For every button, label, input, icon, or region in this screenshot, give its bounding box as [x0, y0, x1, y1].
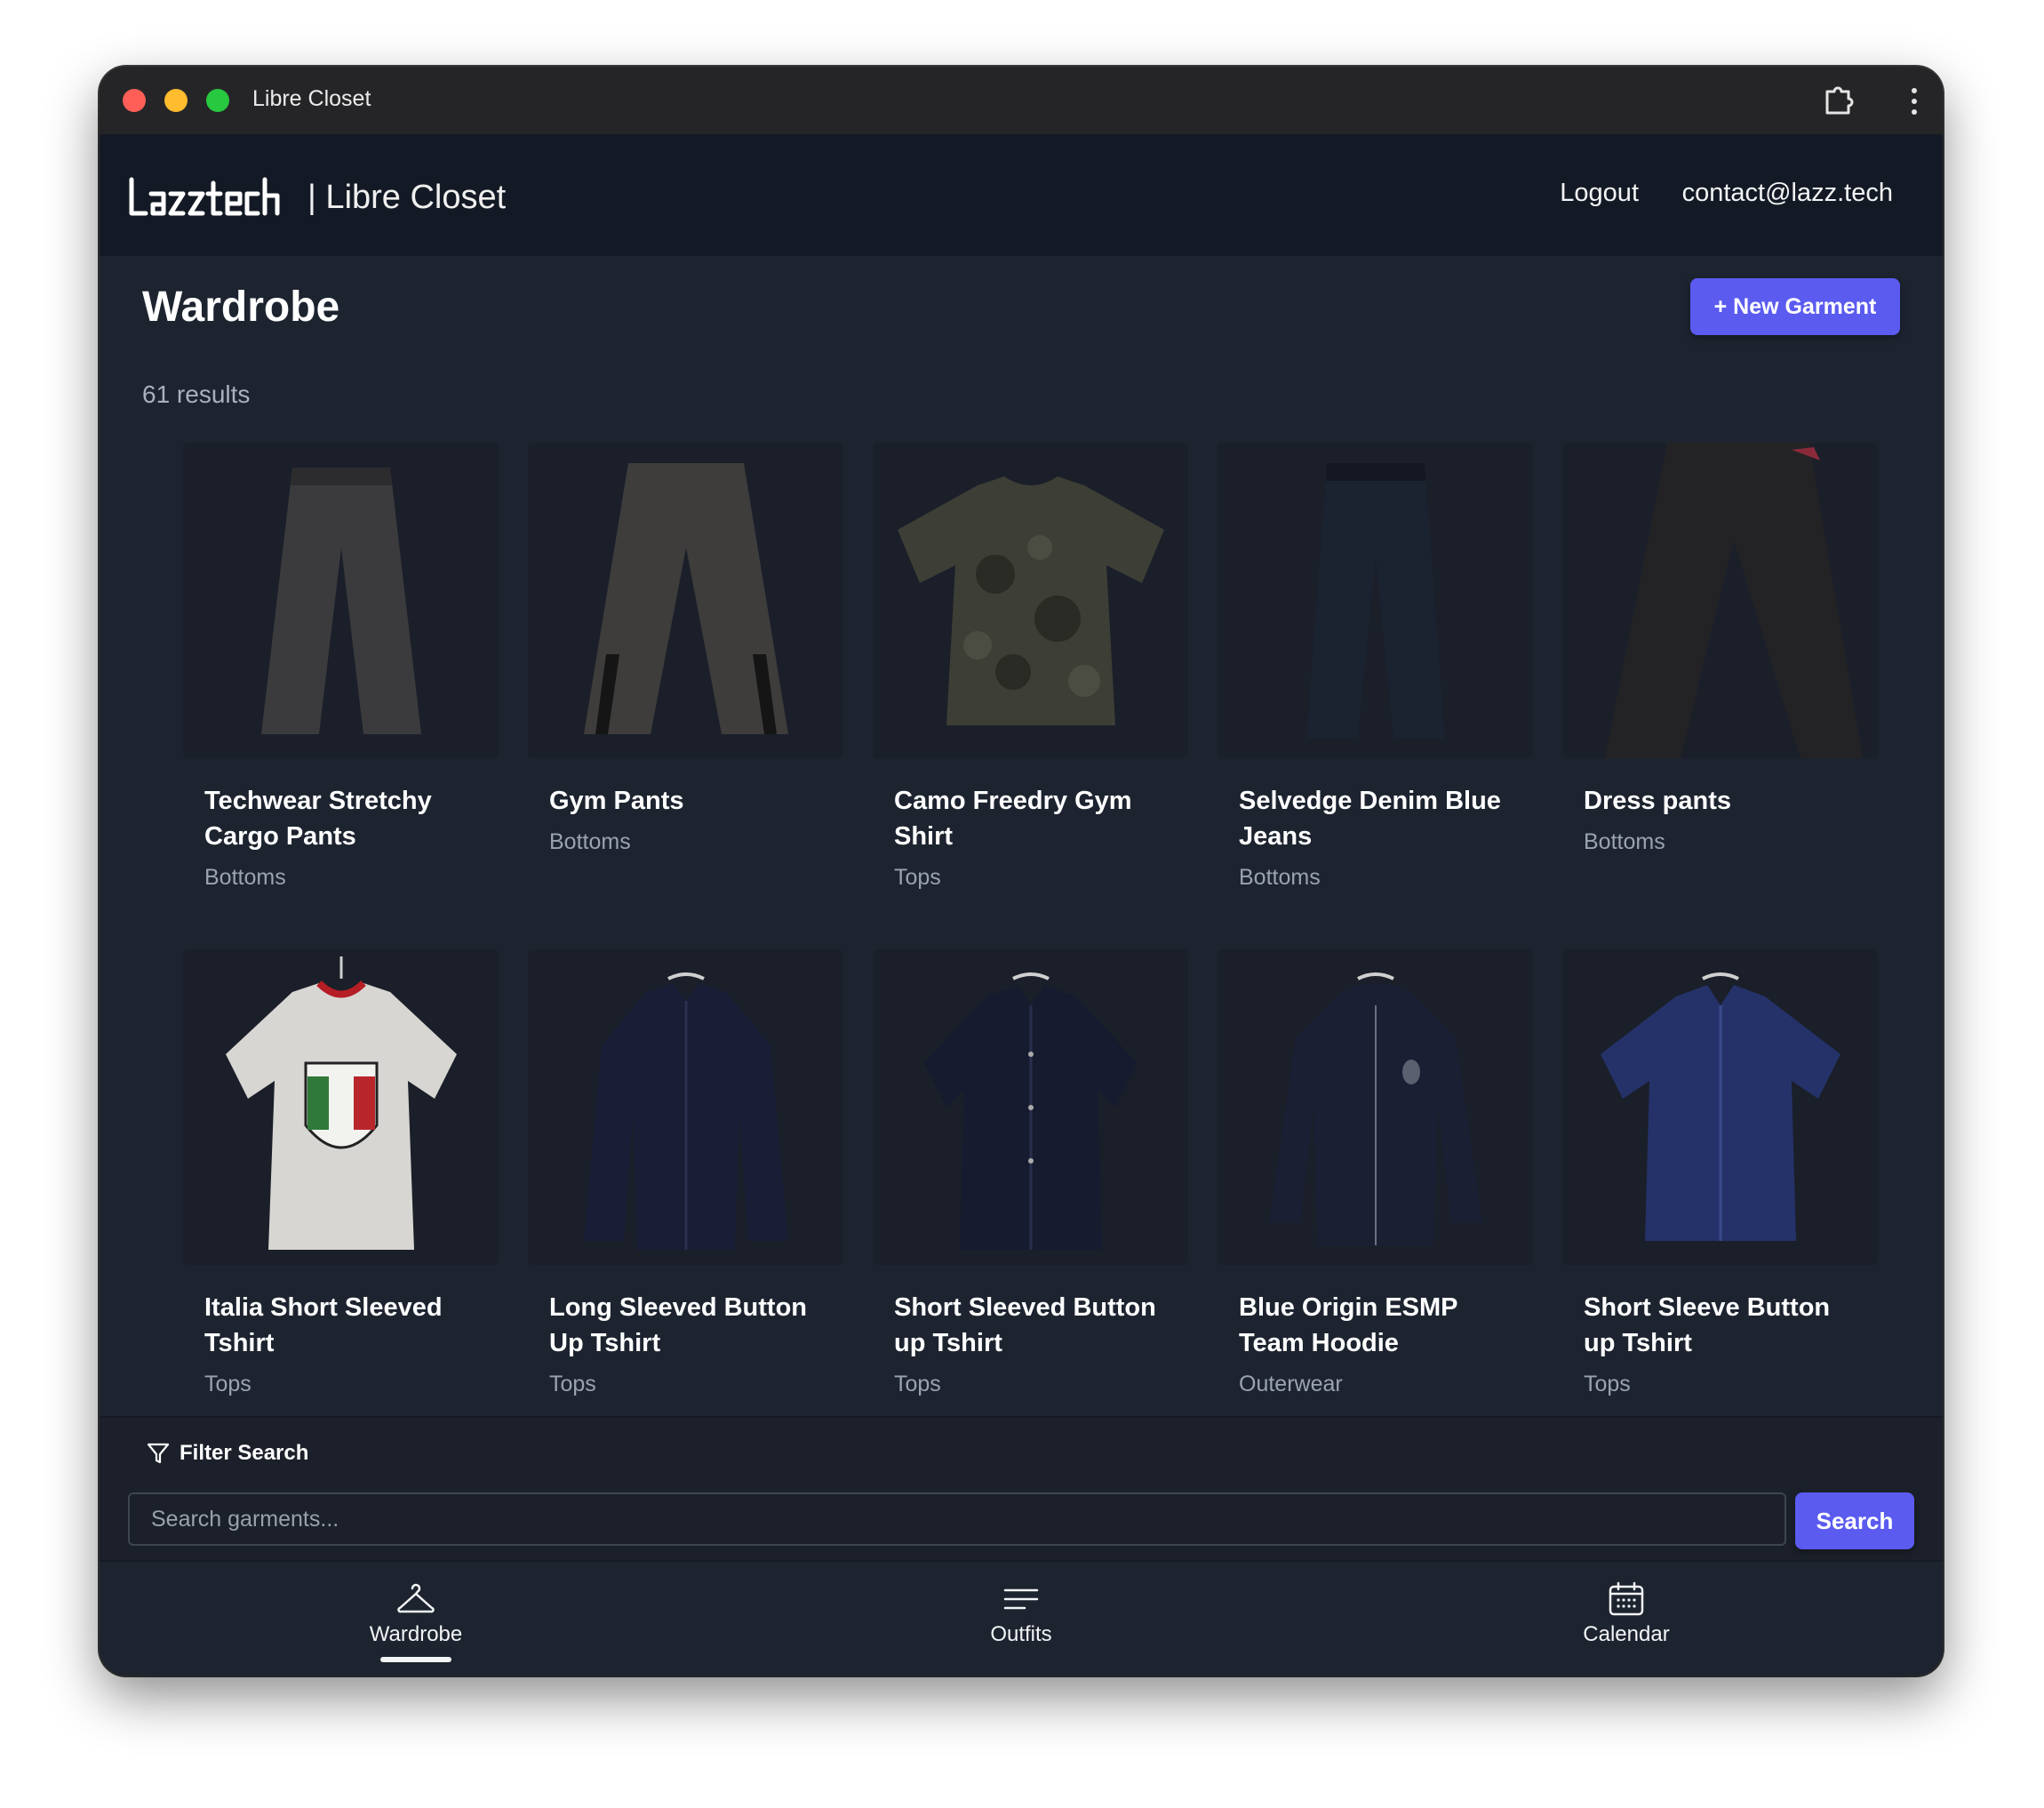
- garment-image: [1562, 949, 1878, 1265]
- app-window: Libre Closet | Libre Closet Logout conta…: [100, 67, 1943, 1676]
- garment-category: Tops: [549, 1372, 596, 1396]
- garment-name: Gym Pants: [549, 787, 684, 815]
- tshirt-icon: [897, 476, 1164, 725]
- garment-card[interactable]: Camo Freedry Gym Shirt Tops: [873, 443, 1188, 891]
- title-bar: Libre Closet: [100, 67, 1943, 134]
- garment-card[interactable]: Dress pants Bottoms: [1562, 443, 1878, 855]
- nav-wardrobe-label: Wardrobe: [369, 1622, 463, 1646]
- lazztech-logo-icon: [129, 177, 280, 216]
- garment-image: [873, 949, 1188, 1265]
- garment-card[interactable]: Techwear Stretchy Cargo Pants Bottoms: [183, 443, 499, 891]
- nav-wardrobe[interactable]: Wardrobe: [327, 1581, 505, 1647]
- brand-subtitle: | Libre Closet: [307, 178, 507, 216]
- more-vertical-icon[interactable]: [1909, 86, 1920, 116]
- calendar-icon: [1609, 1581, 1644, 1616]
- garment-name: Dress pants: [1584, 787, 1732, 815]
- pants-icon: [583, 462, 788, 734]
- minimize-window-button[interactable]: [164, 89, 188, 112]
- tshirt-icon: [225, 956, 457, 1250]
- nav-outfits[interactable]: Outfits: [932, 1581, 1110, 1647]
- garment-category: Tops: [1584, 1372, 1631, 1396]
- active-tab-indicator: [380, 1657, 451, 1662]
- garment-category: Bottoms: [204, 865, 286, 890]
- wardrobe-page: Wardrobe + New Garment 61 results Techwe…: [100, 256, 1943, 1483]
- garment-image: [873, 443, 1188, 758]
- contact-link[interactable]: contact@lazz.tech: [1682, 179, 1893, 208]
- garment-category: Bottoms: [549, 829, 631, 854]
- garment-category: Tops: [204, 1372, 252, 1396]
- new-garment-button[interactable]: + New Garment: [1690, 278, 1900, 335]
- search-button[interactable]: Search: [1795, 1492, 1914, 1549]
- garment-image: [183, 949, 499, 1265]
- hoodie-icon: [1268, 972, 1482, 1245]
- extension-icon[interactable]: [1820, 83, 1856, 118]
- nav-calendar-label: Calendar: [1583, 1622, 1670, 1646]
- garment-card[interactable]: Selvedge Denim Blue Jeans Bottoms: [1218, 443, 1533, 891]
- garment-category: Bottoms: [1239, 865, 1321, 890]
- garment-card[interactable]: Italia Short Sleeved Tshirt Tops: [183, 949, 499, 1397]
- app-header: | Libre Closet Logout contact@lazz.tech: [100, 134, 1943, 256]
- nav-calendar[interactable]: Calendar: [1537, 1581, 1715, 1647]
- shirt-icon: [583, 972, 788, 1250]
- filter-search-label: Filter Search: [146, 1441, 308, 1466]
- shirt-icon: [923, 972, 1138, 1250]
- garment-card[interactable]: Short Sleeve Button up Tshirt Tops: [1562, 949, 1878, 1397]
- garment-name: Short Sleeved Button up Tshirt: [894, 1293, 1156, 1357]
- search-input[interactable]: [128, 1492, 1786, 1546]
- garment-category: Tops: [894, 1372, 941, 1396]
- garment-image: [528, 949, 843, 1265]
- garment-name: Techwear Stretchy Cargo Pants: [204, 787, 432, 851]
- garment-card[interactable]: Blue Origin ESMP Team Hoodie Outerwear: [1218, 949, 1533, 1397]
- garment-card[interactable]: Long Sleeved Button Up Tshirt Tops: [528, 949, 843, 1397]
- lines-icon: [1003, 1588, 1039, 1610]
- window-title: Libre Closet: [252, 86, 371, 111]
- garment-category: Bottoms: [1584, 829, 1665, 854]
- garment-name: Selvedge Denim Blue Jeans: [1239, 787, 1501, 851]
- shirt-icon: [1600, 972, 1840, 1241]
- bottom-navigation: Wardrobe Outfits Calendar: [100, 1560, 1943, 1676]
- pants-icon: [1604, 443, 1863, 758]
- garment-category: Outerwear: [1239, 1372, 1343, 1396]
- garment-name: Short Sleeve Button up Tshirt: [1584, 1293, 1831, 1357]
- garment-name: Camo Freedry Gym Shirt: [894, 787, 1132, 851]
- nav-outfits-label: Outfits: [990, 1622, 1052, 1646]
- garment-category: Tops: [894, 865, 941, 890]
- filter-icon: [147, 1443, 170, 1464]
- garment-card[interactable]: Short Sleeved Button up Tshirt Tops: [873, 949, 1188, 1397]
- garment-image: [183, 443, 499, 758]
- garment-card[interactable]: Gym Pants Bottoms: [528, 443, 843, 855]
- logout-link[interactable]: Logout: [1560, 179, 1639, 208]
- garment-name: Italia Short Sleeved Tshirt: [204, 1293, 443, 1357]
- hanger-icon: [397, 1583, 435, 1613]
- garment-image: [1218, 949, 1533, 1265]
- garment-name: Long Sleeved Button Up Tshirt: [549, 1293, 807, 1357]
- garment-image: [528, 443, 843, 758]
- maximize-window-button[interactable]: [206, 89, 229, 112]
- filter-search-panel: Filter Search Search: [100, 1416, 1943, 1560]
- garment-image: [1218, 443, 1533, 758]
- garment-image: [1562, 443, 1878, 758]
- pants-icon: [260, 467, 421, 734]
- jeans-icon: [1305, 462, 1445, 739]
- close-window-button[interactable]: [123, 89, 146, 112]
- results-count: 61 results: [142, 380, 251, 408]
- garment-name: Blue Origin ESMP Team Hoodie: [1239, 1293, 1458, 1357]
- filter-label-text: Filter Search: [180, 1441, 309, 1465]
- brand-logo[interactable]: | Libre Closet: [128, 174, 506, 220]
- page-title: Wardrobe: [142, 284, 340, 331]
